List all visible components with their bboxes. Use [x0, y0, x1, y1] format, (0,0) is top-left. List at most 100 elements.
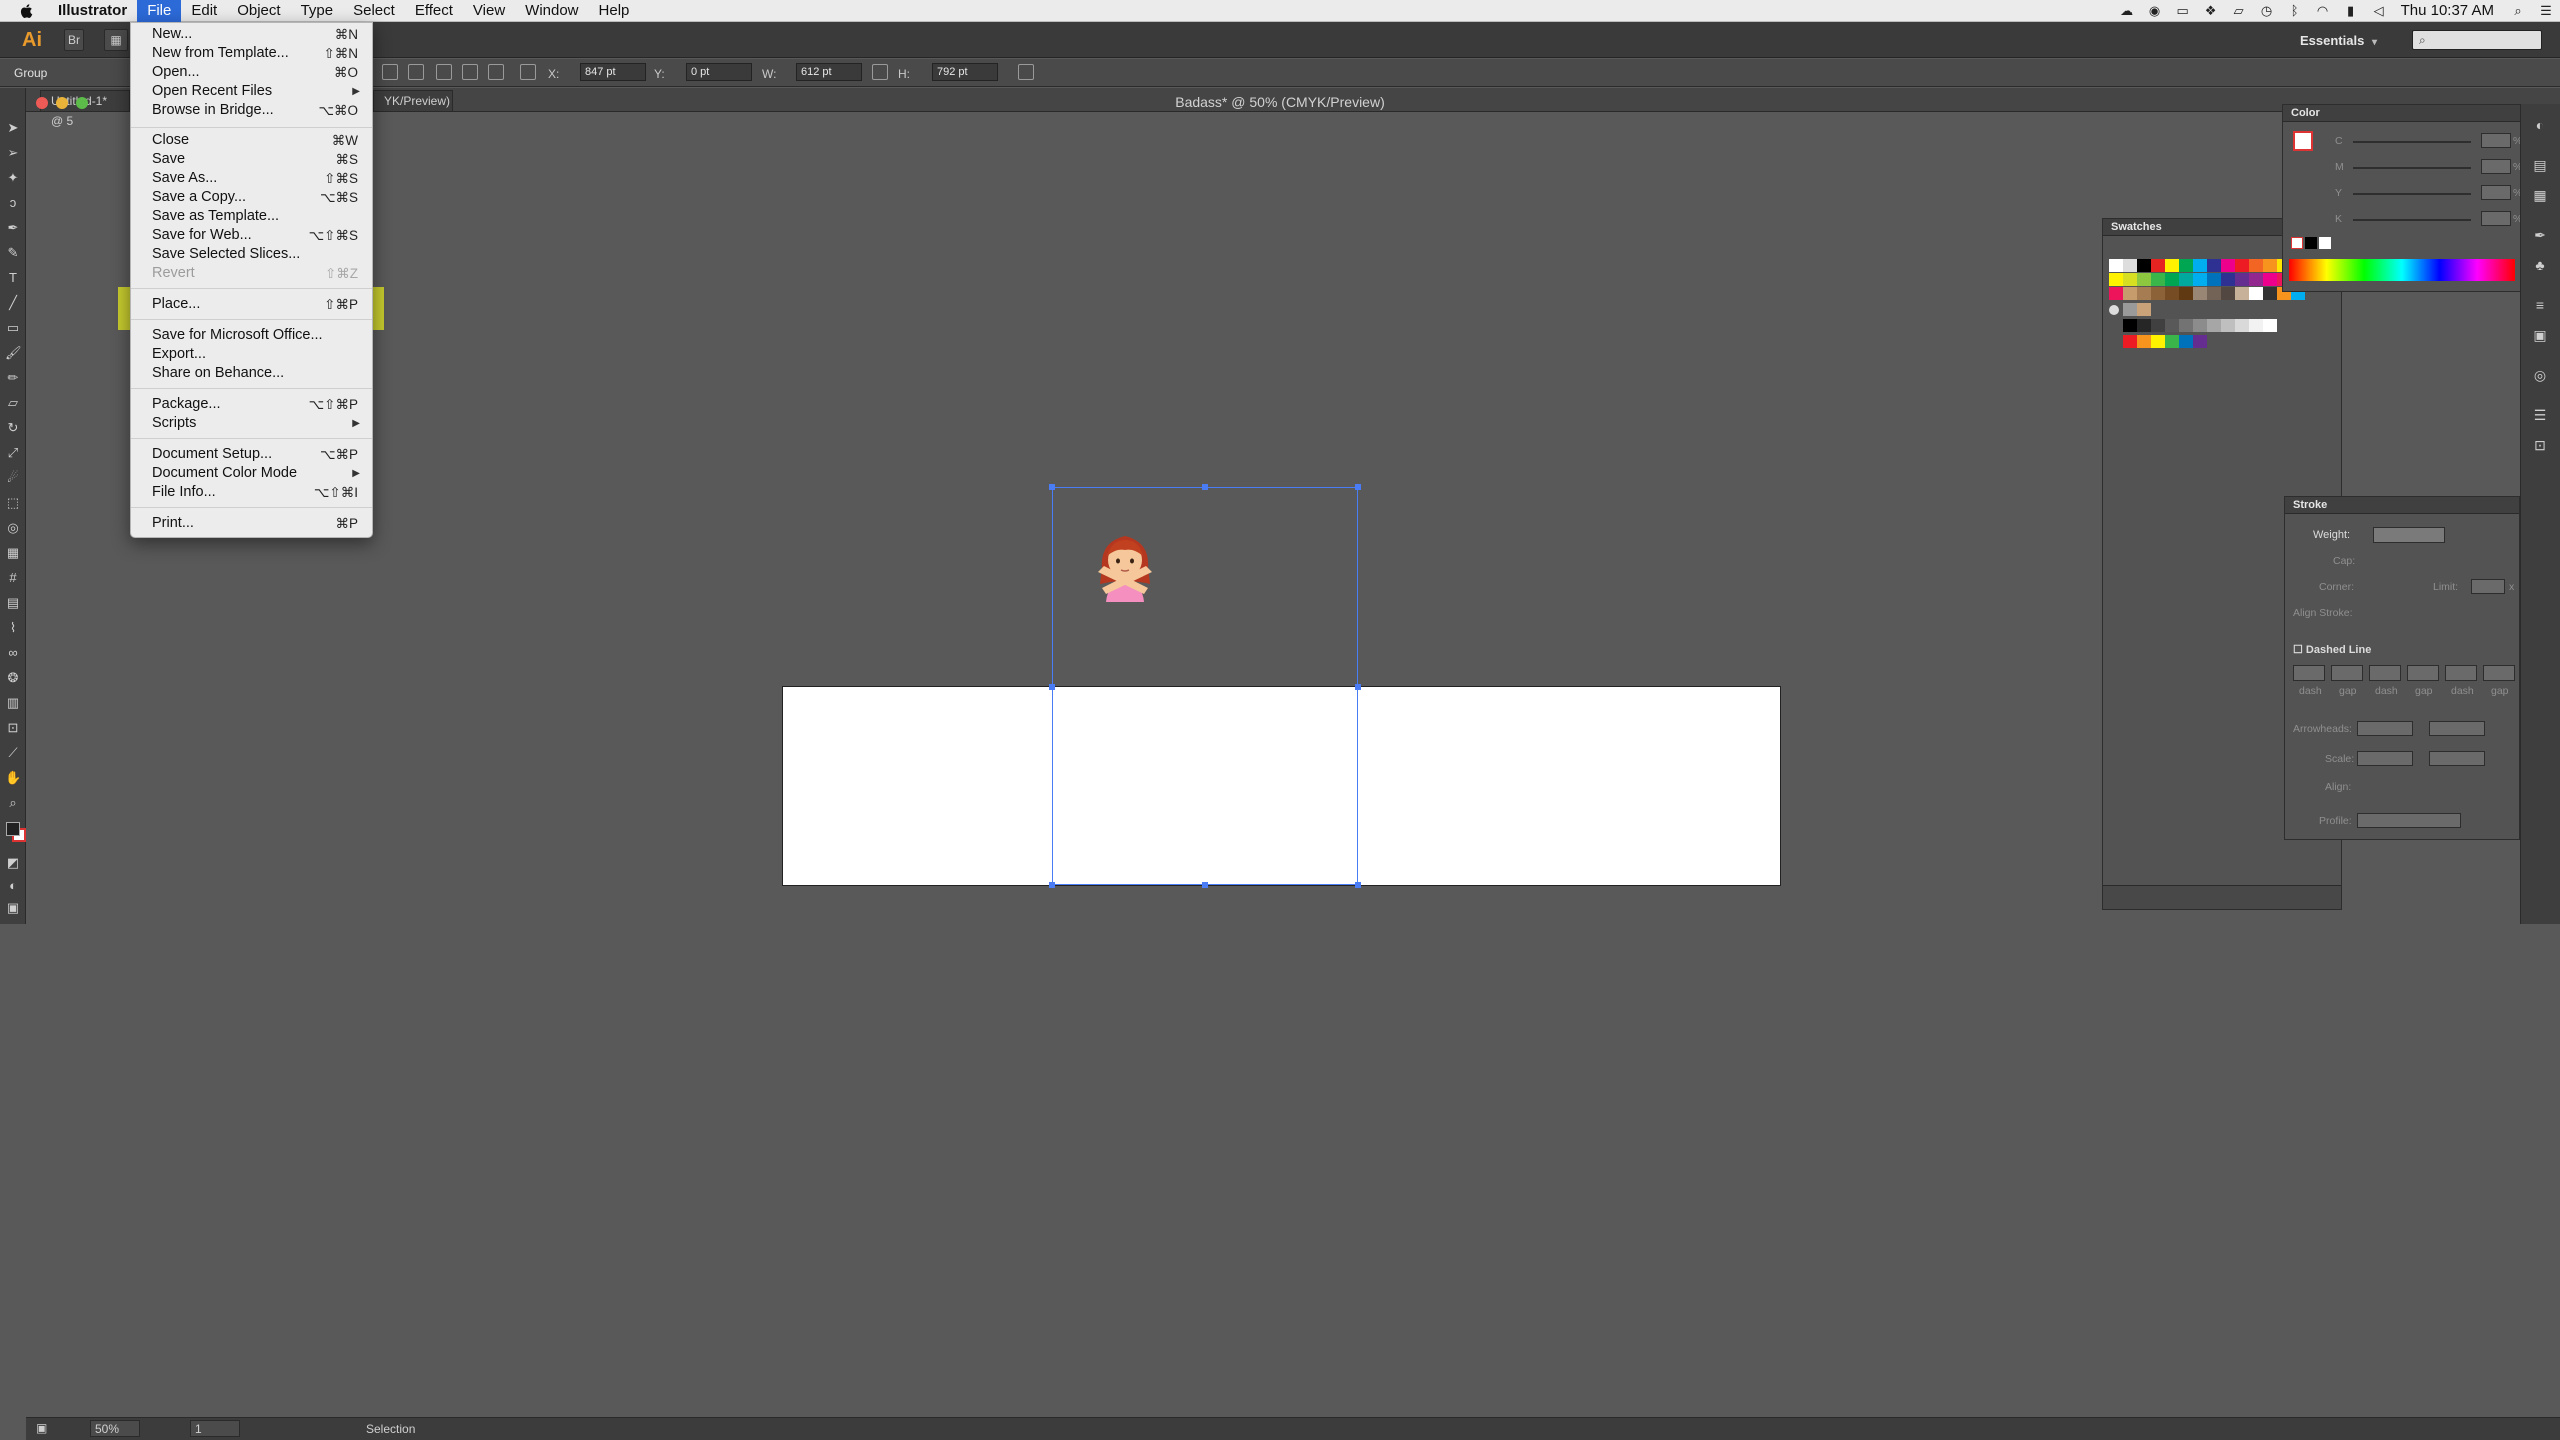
isolate-group-icon[interactable] — [1018, 64, 1034, 80]
woman-gesturing-no-artwork[interactable] — [1092, 528, 1158, 602]
bluetooth-icon[interactable]: ᛒ — [2284, 3, 2306, 19]
swatch[interactable] — [2137, 319, 2151, 332]
c-value-input[interactable] — [2481, 133, 2511, 148]
swatch[interactable] — [2263, 319, 2277, 332]
selection-handle[interactable] — [1355, 484, 1361, 490]
paintbrush-tool-icon[interactable]: 🖌 — [5, 345, 22, 361]
menu-item-export[interactable]: Export... — [131, 345, 372, 364]
selection-handle[interactable] — [1049, 684, 1055, 690]
h-input[interactable]: 792 pt — [932, 63, 998, 81]
stroke-swatch-icon[interactable] — [6, 822, 20, 836]
menu-item-save[interactable]: Save ⌘S — [131, 150, 372, 169]
shape-builder-tool-icon[interactable]: ◎ — [5, 520, 21, 536]
eraser-tool-icon[interactable]: ▱ — [5, 395, 21, 411]
bridge-button[interactable]: Br — [64, 29, 84, 51]
swatch[interactable] — [2249, 259, 2263, 272]
artboard-navigation-icon[interactable]: ▣ — [36, 1421, 47, 1435]
swatch[interactable] — [2165, 335, 2179, 348]
gradient-panel-icon[interactable]: ▣ — [2531, 326, 2549, 344]
scale-end-input[interactable] — [2429, 751, 2485, 766]
arrowhead-start-select[interactable] — [2357, 721, 2413, 736]
swatch[interactable] — [2137, 273, 2151, 286]
zoom-level-select[interactable]: 50% — [90, 1420, 140, 1437]
menu-type[interactable]: Type — [291, 0, 344, 22]
perspective-grid-tool-icon[interactable]: ▦ — [5, 545, 21, 561]
scale-start-input[interactable] — [2357, 751, 2413, 766]
blend-tool-icon[interactable]: ∞ — [5, 645, 21, 661]
menu-item-close[interactable]: Close ⌘W — [131, 131, 372, 150]
scale-tool-icon[interactable]: ⤢ — [5, 445, 21, 461]
menu-help[interactable]: Help — [589, 0, 640, 22]
swatch[interactable] — [2207, 273, 2221, 286]
menu-file[interactable]: File — [137, 0, 182, 22]
swatch[interactable] — [2263, 273, 2277, 286]
profile-select[interactable] — [2357, 813, 2461, 828]
menu-item-file-info[interactable]: File Info... ⌥⇧⌘I — [131, 483, 372, 502]
dropbox-icon[interactable]: ❖ — [2200, 3, 2222, 19]
current-tool-status[interactable]: Selection — [366, 1422, 415, 1436]
appearance-panel-icon[interactable]: ◎ — [2531, 366, 2549, 384]
color-panel-icon[interactable]: ◐ — [2531, 116, 2549, 134]
eyedropper-tool-icon[interactable]: ⌇ — [5, 620, 21, 636]
dash-input[interactable] — [2369, 665, 2401, 681]
mesh-tool-icon[interactable]: # — [5, 570, 21, 586]
menu-object[interactable]: Object — [227, 0, 290, 22]
align-center-icon[interactable] — [408, 64, 424, 80]
align-top-icon[interactable] — [462, 64, 478, 80]
swatch[interactable] — [2221, 273, 2235, 286]
limit-input[interactable] — [2471, 579, 2505, 594]
menu-item-save-office[interactable]: Save for Microsoft Office... — [131, 326, 372, 345]
stroke-weight-input[interactable] — [2373, 527, 2445, 543]
dash-input[interactable] — [2293, 665, 2325, 681]
hand-tool-icon[interactable]: ✋ — [5, 770, 21, 786]
menu-window[interactable]: Window — [515, 0, 588, 22]
stroke-panel-icon[interactable]: ≡ — [2531, 296, 2549, 314]
menu-item-save-slices[interactable]: Save Selected Slices... — [131, 245, 372, 264]
column-graph-tool-icon[interactable]: ▥ — [5, 695, 21, 711]
swatch[interactable] — [2151, 335, 2165, 348]
menu-item-save-as[interactable]: Save As... ⇧⌘S — [131, 169, 372, 188]
color-mode-icon[interactable]: ◩ — [5, 855, 21, 871]
swatch[interactable] — [2151, 319, 2165, 332]
swatch[interactable] — [2123, 287, 2137, 300]
swatch[interactable] — [2123, 319, 2137, 332]
none-swatch-icon[interactable] — [2291, 237, 2303, 249]
artboards-panel-icon[interactable]: ⊡ — [2531, 436, 2549, 454]
brushes-panel-icon[interactable]: ✒ — [2531, 226, 2549, 244]
warp-tool-icon[interactable]: ☄ — [5, 470, 21, 486]
swatch[interactable] — [2235, 287, 2249, 300]
gradient-swatch[interactable] — [2109, 305, 2119, 315]
menu-item-save-copy[interactable]: Save a Copy... ⌥⌘S — [131, 188, 372, 207]
swatch[interactable] — [2235, 259, 2249, 272]
swatch[interactable] — [2123, 259, 2137, 272]
swatches-panel-icon[interactable]: ▦ — [2531, 186, 2549, 204]
pencil-tool-icon[interactable]: ✏ — [5, 370, 21, 386]
fill-color-icon[interactable] — [2293, 131, 2313, 151]
wifi-icon[interactable]: ◠ — [2312, 3, 2334, 19]
menu-item-browse-bridge[interactable]: Browse in Bridge... ⌥⌘O — [131, 101, 372, 120]
selection-handle[interactable] — [1049, 882, 1055, 888]
swatch[interactable] — [2123, 335, 2137, 348]
swatch[interactable] — [2235, 273, 2249, 286]
swatch[interactable] — [2249, 273, 2263, 286]
menu-edit[interactable]: Edit — [181, 0, 227, 22]
gap-input[interactable] — [2331, 665, 2363, 681]
swatch[interactable] — [2249, 319, 2263, 332]
swatch[interactable] — [2151, 273, 2165, 286]
creative-cloud-icon[interactable]: ☁ — [2116, 3, 2138, 19]
battery-icon[interactable]: ▮ — [2340, 3, 2362, 19]
menu-item-scripts[interactable]: Scripts ▶ — [131, 414, 372, 433]
menu-item-place[interactable]: Place... ⇧⌘P — [131, 295, 372, 314]
drawing-mode-icon[interactable]: ◐ — [5, 878, 21, 894]
swatch[interactable] — [2207, 259, 2221, 272]
dashed-line-label[interactable]: ☐ Dashed Line — [2293, 643, 2371, 656]
gradient-tool-icon[interactable]: ▤ — [5, 595, 21, 611]
c-slider[interactable] — [2353, 141, 2471, 143]
x-input[interactable]: 847 pt — [580, 63, 646, 81]
sync-icon[interactable]: ◉ — [2144, 3, 2166, 19]
lasso-tool-icon[interactable]: ↄ — [5, 195, 21, 211]
swatch[interactable] — [2193, 319, 2207, 332]
artboard-number-select[interactable]: 1 — [190, 1420, 240, 1437]
pen-tool-icon[interactable]: ✒ — [5, 220, 21, 236]
selection-handle[interactable] — [1202, 484, 1208, 490]
